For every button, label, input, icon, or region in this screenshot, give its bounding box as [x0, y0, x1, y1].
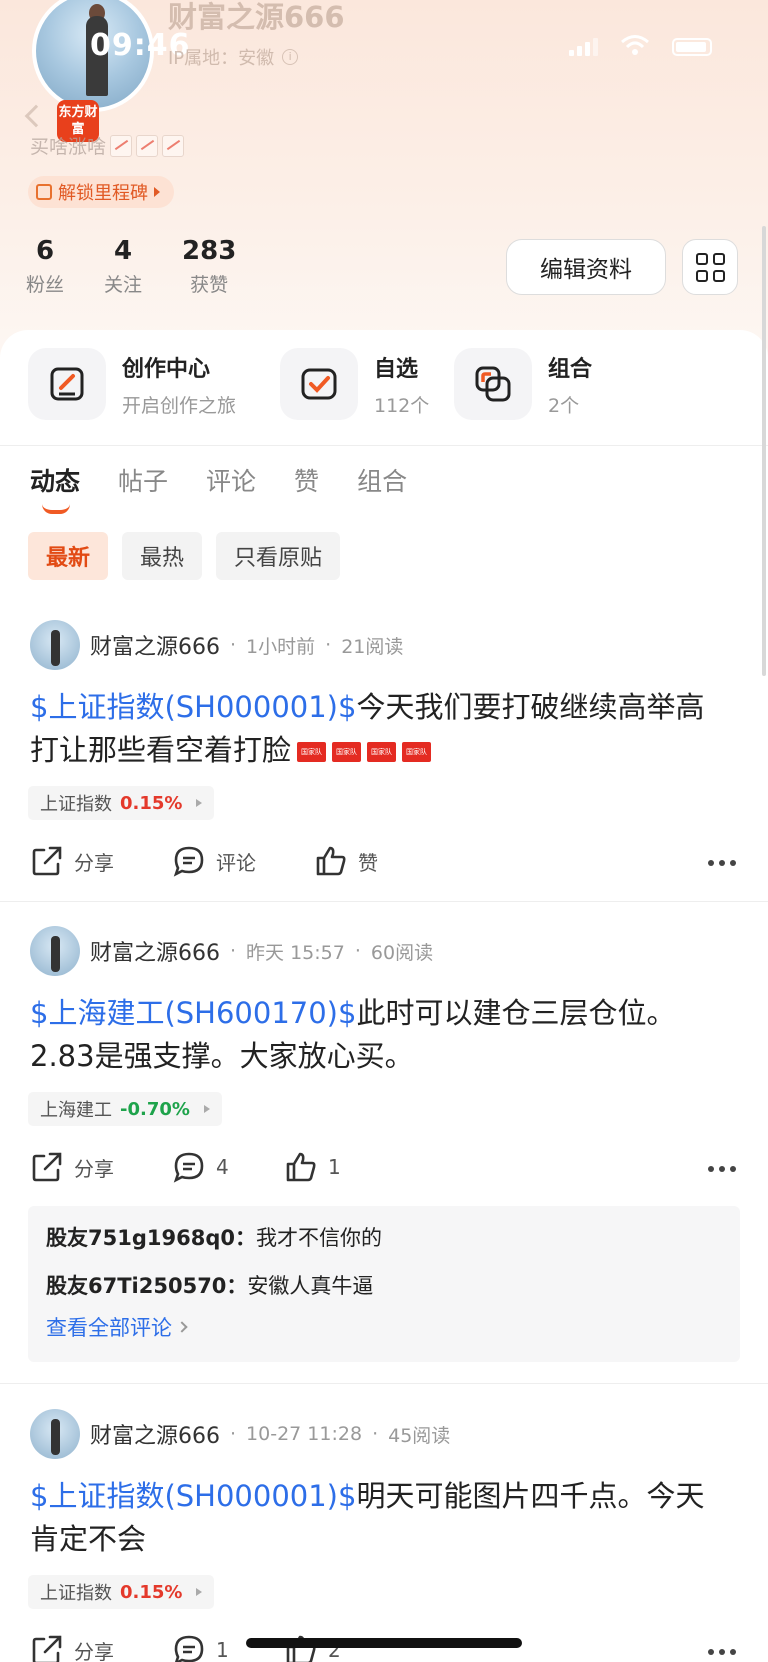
ip-location: IP属地：安徽 i [168, 44, 299, 70]
stock-tag-link[interactable]: $上海建工(SH600170)$ [30, 996, 356, 1030]
post-text[interactable]: $上证指数(SH000001)$明天可能图片四千点。今天肯定不会 [30, 1475, 730, 1561]
tab-portfolio[interactable]: 组合 [357, 462, 407, 498]
thumbs-up-icon [316, 846, 346, 876]
post-item[interactable]: 财富之源666 · 10-27 11:28 · 45阅读 $上证指数(SH00000… [0, 1405, 768, 1662]
quick-action-watchlist[interactable]: 自选 112个 [280, 348, 429, 420]
edit-profile-button[interactable]: 编辑资料 [506, 239, 666, 295]
profile-bio: 买啥涨啥 [30, 132, 185, 159]
content-tabs: 动态 帖子 评论 赞 组合 [30, 462, 407, 514]
tab-posts[interactable]: 帖子 [118, 462, 168, 498]
stock-chip[interactable]: 上证指数 0.15% [28, 1575, 215, 1609]
share-button[interactable]: 分享 [30, 844, 172, 878]
more-icon[interactable] [708, 860, 736, 866]
trend-icon [136, 134, 159, 157]
qrcode-icon[interactable] [682, 239, 738, 295]
post-header: 财富之源666 · 昨天 15:57 · 60阅读 [30, 926, 433, 976]
like-button[interactable]: 赞 [314, 844, 378, 878]
trend-icon [162, 134, 185, 157]
pen-icon [28, 348, 106, 420]
avatar[interactable] [30, 620, 80, 670]
comment-item: 股友67Ti250570：安徽人真牛逼 [46, 1274, 374, 1298]
flag-icon: 国家队 [297, 742, 327, 762]
wifi-icon [621, 35, 649, 55]
comment-icon [173, 846, 204, 877]
post-actions: 分享 4 1 [30, 1150, 341, 1184]
arrow-right-icon [196, 1588, 203, 1596]
status-icons [569, 34, 712, 56]
post-text[interactable]: $上海建工(SH600170)$此时可以建仓三层仓位。2.83是强支撑。大家放心… [30, 992, 730, 1078]
quick-action-create[interactable]: 创作中心 开启创作之旅 [28, 348, 236, 420]
post-actions: 分享 评论 赞 [30, 844, 378, 878]
stock-tag-link[interactable]: $上证指数(SH000001)$ [30, 690, 356, 724]
checkmark-icon [280, 348, 358, 420]
avatar[interactable] [30, 926, 80, 976]
portfolio-icon [454, 348, 532, 420]
flag-icon: 国家队 [332, 742, 362, 762]
tab-dynamics[interactable]: 动态 [30, 462, 80, 514]
share-icon [32, 1635, 62, 1662]
post-header: 财富之源666 · 10-27 11:28 · 45阅读 [30, 1409, 450, 1459]
stat-likes[interactable]: 283 获赞 [182, 236, 236, 297]
view-all-comments-link[interactable]: 查看全部评论 [46, 1312, 188, 1342]
comment-icon [173, 1152, 204, 1183]
battery-icon [672, 38, 712, 56]
share-button[interactable]: 分享 [30, 1633, 172, 1662]
stock-chip[interactable]: 上证指数 0.15% [28, 786, 215, 820]
filter-chips: 最新 最热 只看原贴 [28, 532, 341, 580]
share-button[interactable]: 分享 [30, 1150, 172, 1184]
chevron-right-icon [176, 1321, 188, 1333]
stat-following[interactable]: 4 关注 [104, 236, 142, 297]
post-text[interactable]: $上证指数(SH000001)$今天我们要打破继续高举高打让那些看空着打脸 国家队… [30, 686, 730, 772]
filter-original[interactable]: 只看原贴 [216, 532, 341, 580]
info-icon[interactable]: i [282, 49, 299, 65]
quick-action-portfolio[interactable]: 组合 2个 [454, 348, 592, 420]
post-item[interactable]: 财富之源666 · 1小时前 · 21阅读 $上证指数(SH000001)$今天我们… [0, 616, 768, 902]
comment-button[interactable]: 评论 [172, 844, 314, 878]
profile-header: 09:46 东方财富 财富之源666 IP属地：安徽 i 买啥涨啥 解锁里程碑 6… [0, 0, 768, 360]
stat-fans[interactable]: 6 粉丝 [26, 236, 64, 297]
share-icon [32, 846, 62, 876]
avatar[interactable] [30, 1409, 80, 1459]
comment-icon [174, 1635, 204, 1662]
arrow-right-icon [203, 1105, 210, 1113]
post-header: 财富之源666 · 1小时前 · 21阅读 [30, 620, 403, 670]
scrollbar[interactable] [762, 226, 766, 676]
flag-icon: 国家队 [402, 742, 432, 762]
tab-likes[interactable]: 赞 [294, 462, 319, 498]
like-button[interactable]: 1 [284, 1150, 341, 1184]
arrow-right-icon [154, 187, 160, 197]
lock-icon [36, 184, 52, 200]
more-icon[interactable] [708, 1649, 736, 1655]
quick-actions: 创作中心 开启创作之旅 自选 112个 组合 2个 [0, 330, 768, 446]
flag-icon: 国家队 [367, 742, 397, 762]
trend-icon [110, 134, 133, 157]
more-icon[interactable] [708, 1166, 736, 1172]
stock-tag-link[interactable]: $上证指数(SH000001)$ [30, 1479, 356, 1513]
filter-latest[interactable]: 最新 [28, 532, 109, 580]
comment-button[interactable]: 4 [172, 1150, 284, 1184]
post-item[interactable]: 财富之源666 · 昨天 15:57 · 60阅读 $上海建工(SH600170)$… [0, 922, 768, 1384]
profile-stats: 6 粉丝 4 关注 283 获赞 [26, 236, 276, 297]
comment-preview[interactable]: 股友751g1968q0：我才不信你的 股友67Ti250570：安徽人真牛逼 … [28, 1206, 740, 1362]
comment-item: 股友751g1968q0：我才不信你的 [46, 1226, 382, 1250]
arrow-right-icon [196, 799, 203, 807]
back-icon[interactable] [24, 104, 48, 128]
milestone-button[interactable]: 解锁里程碑 [28, 176, 174, 208]
filter-hot[interactable]: 最热 [122, 532, 203, 580]
thumbs-up-icon [286, 1152, 316, 1182]
tab-comments[interactable]: 评论 [206, 462, 256, 498]
profile-name: 财富之源666 [168, 0, 345, 34]
home-indicator[interactable] [246, 1638, 522, 1648]
signal-icon [569, 38, 598, 56]
share-icon [32, 1152, 62, 1182]
stock-chip[interactable]: 上海建工 -0.70% [28, 1092, 222, 1126]
